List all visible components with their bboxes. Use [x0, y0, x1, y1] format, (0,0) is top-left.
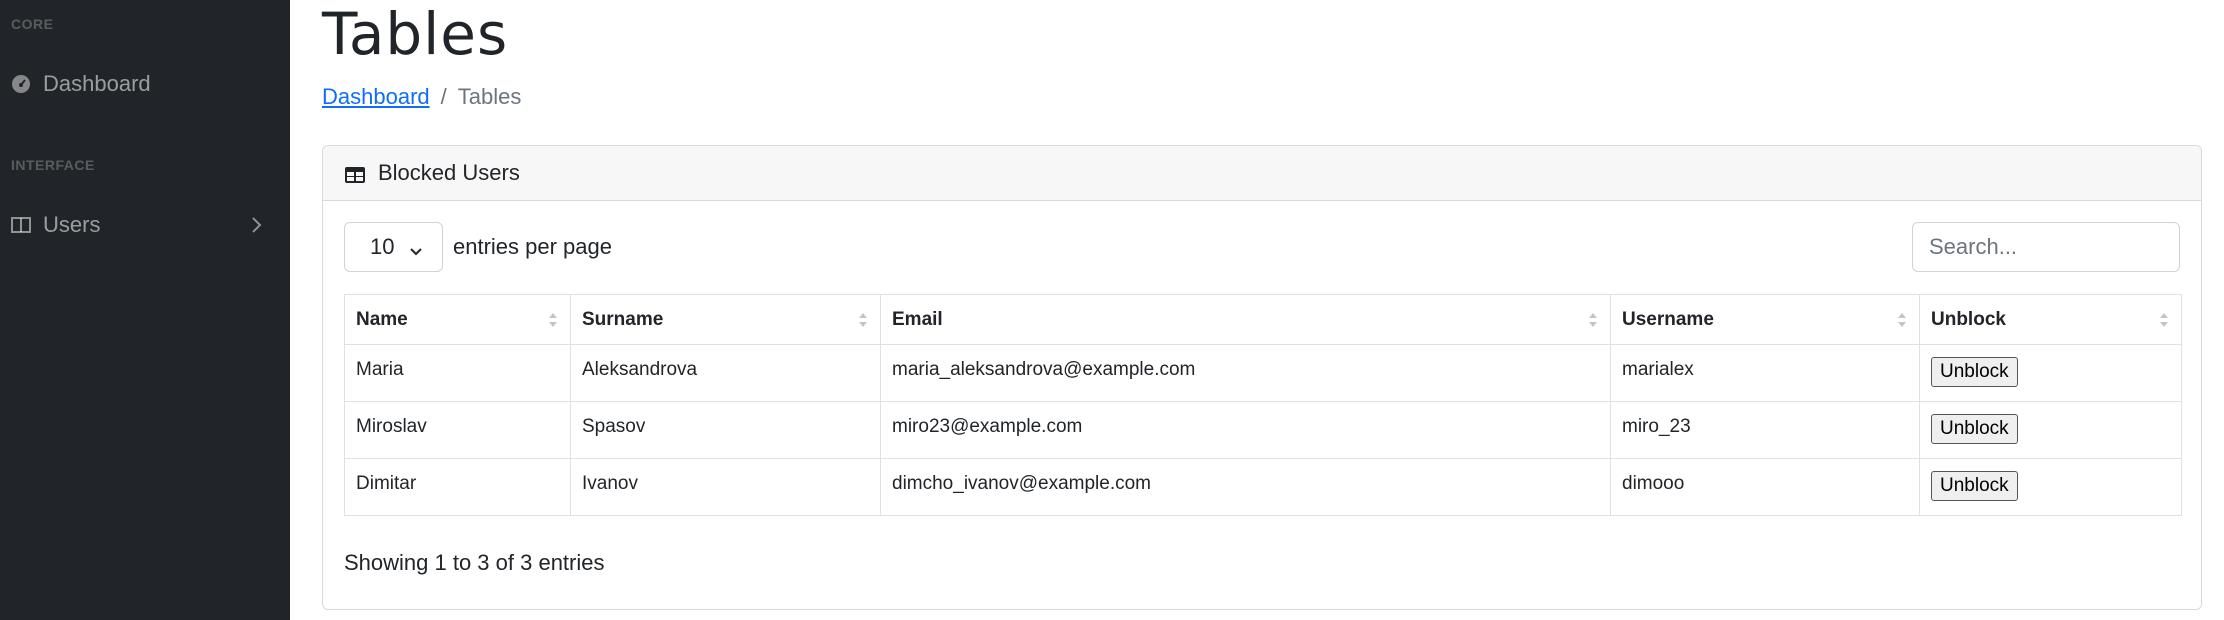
card-title: Blocked Users [378, 160, 520, 185]
cell-name: Miroslav [344, 401, 571, 459]
unblock-button[interactable]: Unblock [1931, 471, 2018, 501]
cell-username: miro_23 [1610, 401, 1920, 459]
cell-username: dimooo [1610, 458, 1920, 516]
column-header-name[interactable]: Name [344, 294, 571, 345]
cell-surname: Aleksandrova [570, 344, 881, 402]
breadcrumb-dashboard-link[interactable]: Dashboard [322, 84, 430, 110]
entries-per-page-select[interactable]: 10 [344, 222, 443, 272]
cell-email: maria_aleksandrova@example.com [880, 344, 1611, 402]
chevron-right-icon [246, 214, 266, 236]
column-header-surname[interactable]: Surname [570, 294, 881, 345]
breadcrumb: Dashboard / Tables [322, 84, 521, 110]
table-info: Showing 1 to 3 of 3 entries [344, 550, 605, 575]
table-row: Maria Aleksandrova maria_aleksandrova@ex… [344, 344, 2182, 402]
sidebar: CORE Dashboard INTERFACE Users [0, 0, 290, 620]
breadcrumb-current: Tables [457, 84, 522, 109]
cell-username: marialex [1610, 344, 1920, 402]
sidebar-heading-interface: INTERFACE [11, 157, 95, 173]
table-row: Dimitar Ivanov dimcho_ivanov@example.com… [344, 458, 2182, 516]
table-row: Miroslav Spasov miro23@example.com miro_… [344, 401, 2182, 459]
column-header-unblock[interactable]: Unblock [1919, 294, 2182, 345]
card-header: Blocked Users [323, 146, 2201, 201]
column-header-label: Surname [582, 308, 664, 330]
breadcrumb-separator: / [440, 84, 447, 109]
column-header-username[interactable]: Username [1610, 294, 1920, 345]
cell-surname: Spasov [570, 401, 881, 459]
cell-name: Maria [344, 344, 571, 402]
cell-email: miro23@example.com [880, 401, 1611, 459]
table-header-row: Name Surname Email Username Unblock [344, 294, 2182, 345]
sidebar-item-label: Users [43, 212, 101, 237]
sidebar-item-label: Dashboard [43, 71, 151, 96]
blocked-users-table: Name Surname Email Username Unblock Mari… [344, 294, 2182, 516]
main-content: Tables Dashboard / Tables Blocked Users … [290, 0, 2224, 620]
cell-unblock: Unblock [1919, 401, 2182, 459]
blocked-users-card: Blocked Users 10 entries per page Name S… [322, 145, 2202, 610]
sort-icon [549, 313, 557, 327]
sort-icon [1898, 313, 1906, 327]
column-header-email[interactable]: Email [880, 294, 1611, 345]
sidebar-heading-core: CORE [11, 16, 54, 32]
column-header-label: Username [1622, 308, 1714, 330]
cell-name: Dimitar [344, 458, 571, 516]
cell-email: dimcho_ivanov@example.com [880, 458, 1611, 516]
sidebar-item-users[interactable]: Users [0, 202, 290, 248]
sort-icon [2160, 313, 2168, 327]
columns-icon [11, 215, 31, 235]
unblock-button[interactable]: Unblock [1931, 357, 2018, 387]
column-header-label: Email [892, 308, 943, 330]
chevron-down-icon [408, 240, 424, 256]
cell-surname: Ivanov [570, 458, 881, 516]
entries-value: 10 [370, 234, 395, 259]
entries-per-page-label: entries per page [453, 234, 612, 259]
sidebar-item-dashboard[interactable]: Dashboard [0, 61, 290, 107]
table-icon [344, 164, 366, 183]
dashboard-icon [11, 74, 31, 94]
column-header-label: Unblock [1931, 308, 2006, 330]
search-input[interactable] [1912, 222, 2180, 272]
unblock-button[interactable]: Unblock [1931, 414, 2018, 444]
cell-unblock: Unblock [1919, 458, 2182, 516]
column-header-label: Name [356, 308, 408, 330]
sort-icon [859, 313, 867, 327]
cell-unblock: Unblock [1919, 344, 2182, 402]
sort-icon [1589, 313, 1597, 327]
page-title: Tables [322, 0, 509, 68]
